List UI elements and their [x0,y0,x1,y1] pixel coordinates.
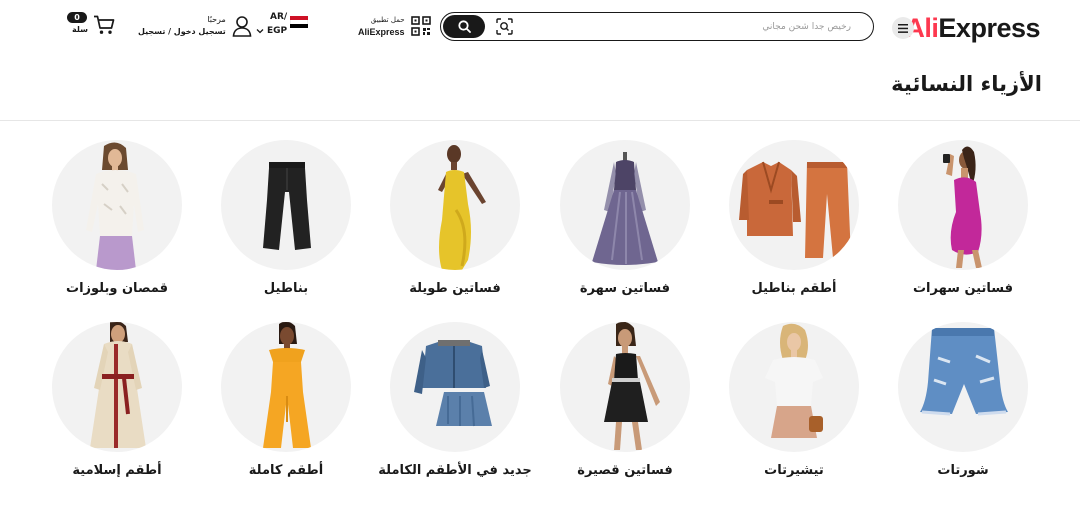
category-item-evening-gowns[interactable]: فساتين سهرة [550,140,700,310]
category-item-islamic-sets[interactable]: أطقم إسلامية [42,322,192,492]
category-item-shirts-blouses[interactable]: قمصان وبلوزات [42,140,192,310]
category-label: فساتين طويلة [409,281,501,296]
category-label: تيشيرتات [764,463,824,478]
denim-shorts-image [898,322,1028,452]
category-item-short-dresses[interactable]: فساتين قصيرة [550,322,700,492]
category-item-new-sets[interactable]: جديد في الأطقم الكاملة [378,322,532,492]
black-flare-pants-image [221,140,351,270]
category-label: جديد في الأطقم الكاملة [378,463,532,478]
category-label: بناطيل [263,281,309,296]
category-label: فساتين قصيرة [577,463,673,478]
category-item-pant-sets[interactable]: أطقم بناطيل [719,140,869,310]
abaya-image [52,322,182,452]
orange-blazer-pants-set-image [729,140,859,270]
category-item-full-sets[interactable]: أطقم كاملة [211,322,361,492]
category-label: أطقم بناطيل [751,281,837,296]
category-label: فساتين سهرات [912,281,1013,296]
category-item-shorts[interactable]: شورتات [888,322,1038,492]
category-item-evening-dresses[interactable]: فساتين سهرات [888,140,1038,310]
category-label: فساتين سهرة [579,281,671,296]
denim-jacket-skirt-set-image [390,322,520,452]
category-label: أطقم إسلامية [72,463,162,478]
yellow-maxi-dress-image [390,140,520,270]
category-item-pants[interactable]: بناطيل [211,140,361,310]
orange-jumpsuit-image [221,322,351,452]
category-item-tshirts[interactable]: تيشيرتات [719,322,869,492]
white-lace-blouse-image [52,140,182,270]
category-item-maxi-dresses[interactable]: فساتين طويلة [380,140,530,310]
magenta-bodycon-dress-image [898,140,1028,270]
category-label: شورتات [937,463,989,478]
category-grid: فساتين سهرات أطقم بناطيل فساتين سهرة فسا… [0,0,1080,512]
white-tshirt-image [729,322,859,452]
purple-evening-gown-image [560,140,690,270]
category-label: أطقم كاملة [248,463,324,478]
black-mini-dress-image [560,322,690,452]
category-label: قمصان وبلوزات [66,281,168,296]
